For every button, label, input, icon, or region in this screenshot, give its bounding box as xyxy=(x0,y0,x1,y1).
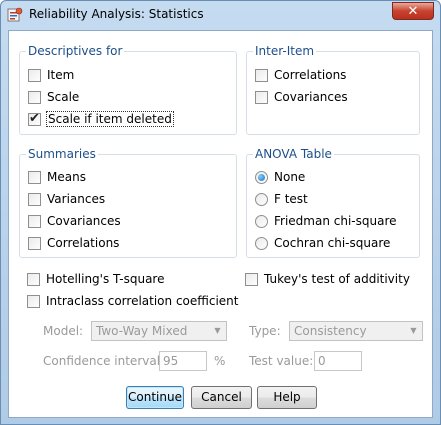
anova-none-radio[interactable]: None xyxy=(255,169,305,185)
tukey-additivity-label: Tukey's test of additivity xyxy=(264,272,410,286)
summaries-correlations-checkbox[interactable]: Correlations xyxy=(28,235,119,251)
anova-friedman-label: Friedman chi-square xyxy=(274,214,397,228)
continue-button-label: Continue xyxy=(128,390,182,404)
continue-button[interactable]: Continue xyxy=(126,386,184,409)
summaries-variances-checkbox[interactable]: Variances xyxy=(28,191,105,207)
item-checkbox-box[interactable] xyxy=(28,68,41,82)
summaries-covariances-checkbox[interactable]: Covariances xyxy=(28,213,121,229)
inter-item-covariances-checkbox[interactable]: Covariances xyxy=(255,89,348,105)
summaries-title: Summaries xyxy=(26,147,98,161)
tukey-additivity-checkbox[interactable]: Tukey's test of additivity xyxy=(245,271,410,287)
summaries-variances-label: Variances xyxy=(47,192,106,206)
hotelling-t-square-checkbox[interactable]: Hotelling's T-square xyxy=(27,271,164,287)
summaries-correlations-label: Correlations xyxy=(47,236,120,250)
anova-f-test-radio[interactable]: F test xyxy=(255,191,308,207)
app-icon xyxy=(7,7,23,22)
inter-item-correlations-checkbox[interactable]: Correlations xyxy=(255,67,346,83)
scale-if-item-deleted-label: Scale if item deleted xyxy=(46,111,174,127)
confidence-interval-value: 95 xyxy=(163,354,179,368)
title-bar[interactable]: Reliability Analysis: Statistics ✕ xyxy=(1,1,440,29)
anova-friedman-radio[interactable]: Friedman chi-square xyxy=(255,213,397,229)
cancel-button-label: Cancel xyxy=(201,390,242,404)
cancel-button[interactable]: Cancel xyxy=(191,386,252,409)
type-label: Type: xyxy=(249,324,281,338)
type-select[interactable]: Consistency ▼ xyxy=(289,321,423,341)
summaries-means-label: Means xyxy=(47,170,86,184)
type-select-value: Consistency xyxy=(294,324,367,338)
anova-cochran-label: Cochran chi-square xyxy=(274,236,391,250)
anova-table-group: ANOVA Table None F test Friedman chi-squ… xyxy=(246,147,420,258)
intraclass-correlation-checkbox[interactable]: Intraclass correlation coefficient xyxy=(27,293,239,309)
model-select-value: Two-Way Mixed xyxy=(96,324,188,338)
percent-unit-label: % xyxy=(214,354,226,368)
scale-checkbox[interactable]: Scale xyxy=(28,89,79,105)
chevron-down-icon: ▼ xyxy=(410,326,417,335)
close-icon: ✕ xyxy=(407,4,419,19)
model-label: Model: xyxy=(43,324,84,338)
anova-f-test-radio-dot[interactable] xyxy=(255,192,268,206)
close-button[interactable]: ✕ xyxy=(392,2,434,20)
intraclass-correlation-label: Intraclass correlation coefficient xyxy=(46,294,239,308)
descriptives-group: Descriptives for Item Scale Scale if ite… xyxy=(19,44,237,135)
dialog-client-area: Descriptives for Item Scale Scale if ite… xyxy=(8,30,433,418)
tukey-additivity-box[interactable] xyxy=(245,272,258,286)
scale-checkbox-box[interactable] xyxy=(28,90,41,104)
scale-if-item-deleted-checkbox[interactable]: Scale if item deleted xyxy=(28,111,174,127)
inter-item-covariances-box[interactable] xyxy=(255,90,268,104)
anova-cochran-radio[interactable]: Cochran chi-square xyxy=(255,235,390,251)
dialog-window: Reliability Analysis: Statistics ✕ Descr… xyxy=(0,0,441,425)
anova-none-label: None xyxy=(274,170,306,184)
scale-label: Scale xyxy=(47,90,80,104)
summaries-correlations-box[interactable] xyxy=(28,236,41,250)
confidence-interval-input[interactable]: 95 xyxy=(159,351,207,371)
summaries-covariances-box[interactable] xyxy=(28,214,41,228)
hotelling-t-square-label: Hotelling's T-square xyxy=(46,272,165,286)
summaries-group: Summaries Means Variances Covariances Co… xyxy=(19,147,237,258)
anova-cochran-radio-dot[interactable] xyxy=(255,236,268,250)
item-checkbox[interactable]: Item xyxy=(28,67,74,83)
inter-item-covariances-label: Covariances xyxy=(274,90,348,104)
confidence-interval-label: Confidence interval: xyxy=(43,354,165,368)
inter-item-correlations-label: Correlations xyxy=(274,68,347,82)
help-button-label: Help xyxy=(273,390,301,404)
help-button[interactable]: Help xyxy=(257,386,317,409)
test-value-value: 0 xyxy=(318,354,326,368)
item-label: Item xyxy=(47,68,75,82)
inter-item-group: Inter-Item Correlations Covariances xyxy=(246,44,420,135)
anova-table-title: ANOVA Table xyxy=(253,147,334,161)
inter-item-correlations-box[interactable] xyxy=(255,68,268,82)
scale-if-item-deleted-checkbox-box[interactable] xyxy=(28,111,41,126)
anova-friedman-radio-dot[interactable] xyxy=(255,214,268,228)
summaries-means-checkbox[interactable]: Means xyxy=(28,169,86,185)
summaries-variances-box[interactable] xyxy=(28,192,41,206)
test-value-input[interactable]: 0 xyxy=(314,351,362,371)
hotelling-t-square-box[interactable] xyxy=(27,272,40,286)
inter-item-title: Inter-Item xyxy=(253,44,317,58)
descriptives-title: Descriptives for xyxy=(26,44,125,58)
test-value-label: Test value: xyxy=(249,354,314,368)
anova-none-radio-dot[interactable] xyxy=(255,170,268,184)
summaries-covariances-label: Covariances xyxy=(47,214,121,228)
chevron-down-icon: ▼ xyxy=(214,326,221,335)
window-title: Reliability Analysis: Statistics xyxy=(29,7,204,21)
model-select[interactable]: Two-Way Mixed ▼ xyxy=(91,321,227,341)
summaries-means-box[interactable] xyxy=(28,170,41,184)
anova-f-test-label: F test xyxy=(274,192,308,206)
intraclass-correlation-box[interactable] xyxy=(27,294,40,308)
